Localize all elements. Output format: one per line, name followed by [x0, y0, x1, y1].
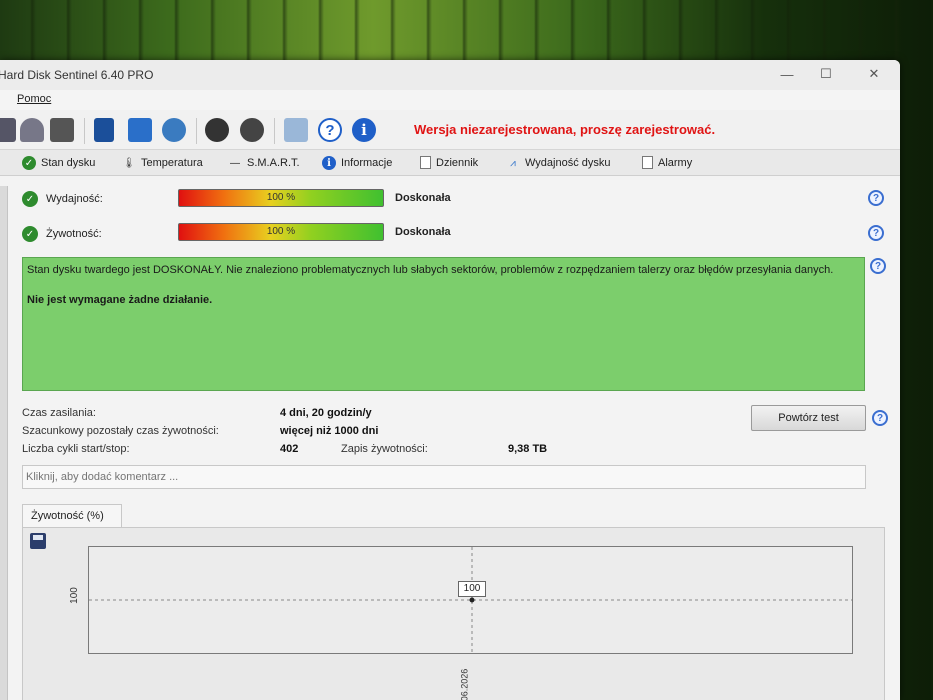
help-icon[interactable]: ? [868, 190, 884, 206]
tab-label: Stan dysku [41, 157, 96, 169]
side-panel-edge[interactable] [0, 186, 8, 700]
camera-icon[interactable] [284, 118, 308, 142]
app-window: Hard Disk Sentinel 6.40 PRO — ☐ ✕ Pomoc … [0, 60, 900, 700]
power-on-value: 4 dni, 20 godzin/y [280, 407, 372, 419]
y-tick-label: 100 [68, 587, 80, 604]
performance-label: Wydajność: [46, 193, 103, 205]
title-bar[interactable]: Hard Disk Sentinel 6.40 PRO — ☐ ✕ [0, 60, 900, 90]
info-circle-icon: i [322, 156, 336, 170]
tab-temperature[interactable]: 🌡 Temperatura [122, 156, 203, 170]
performance-bar: 100 % [178, 189, 384, 207]
disk-icon[interactable] [0, 118, 16, 142]
tab-information[interactable]: i Informacje [322, 156, 392, 170]
tab-label: Informacje [341, 157, 393, 169]
graph-icon: ⩘ [510, 157, 516, 169]
info-icon[interactable]: i [352, 118, 376, 142]
status-message: Stan dysku twardego jest DOSKONAŁY. Nie … [27, 264, 834, 276]
minimize-button[interactable]: — [775, 64, 799, 84]
save-icon[interactable] [30, 533, 46, 549]
tab-label: Dziennik [436, 156, 479, 169]
tab-label: Temperatura [141, 157, 203, 169]
tab-log[interactable]: Dziennik [420, 156, 478, 169]
book-icon[interactable] [94, 118, 114, 142]
performance-grade: Doskonała [395, 192, 451, 204]
document-icon [420, 156, 431, 169]
help-icon[interactable]: ? [872, 410, 888, 426]
health-label: Żywotność: [46, 228, 102, 240]
health-bar: 100 % [178, 223, 384, 241]
cycles-label: Liczba cykli start/stop: [22, 443, 130, 455]
lifetime-label: Szacunkowy pozostały czas żywotności: [22, 425, 219, 437]
lifetime-writes-value: 9,38 TB [508, 443, 548, 455]
tab-label: Wydajność dysku [525, 157, 611, 169]
report-icon[interactable] [20, 118, 44, 142]
tools-icon[interactable] [240, 118, 264, 142]
unregistered-notice[interactable]: Wersja niezarejestrowana, proszę zarejes… [414, 122, 715, 137]
tab-label: S.M.A.R.T. [247, 157, 300, 169]
toolbar-separator [274, 118, 275, 144]
toolbar-separator [84, 118, 85, 144]
check-circle-icon: ✓ [22, 156, 36, 170]
thermometer-icon: 🌡 [122, 157, 136, 169]
tab-smart[interactable]: — S.M.A.R.T. [228, 156, 300, 170]
tab-bar: ✓ Stan dysku 🌡 Temperatura — S.M.A.R.T. … [0, 150, 900, 176]
check-circle-icon: ✓ [22, 226, 38, 242]
retest-button[interactable]: Powtórz test [751, 405, 866, 431]
tab-disk-status[interactable]: ✓ Stan dysku [22, 156, 95, 170]
health-grade: Doskonała [395, 226, 451, 238]
toolbar: ? i Wersja niezarejestrowana, proszę zar… [0, 110, 900, 150]
chart-svg [89, 547, 852, 653]
chart-tab-health[interactable]: Żywotność (%) [22, 504, 122, 528]
performance-bar-text: 100 % [266, 192, 296, 203]
chart-plot-area [88, 546, 853, 654]
data-point [469, 597, 475, 603]
dash-icon: — [230, 157, 240, 169]
settings-icon[interactable] [205, 118, 229, 142]
alarm-document-icon [642, 156, 653, 169]
help-icon[interactable]: ? [870, 258, 886, 274]
performance-row: ✓ Wydajność: [22, 191, 166, 207]
email-icon[interactable] [128, 118, 152, 142]
x-tick-label: 06.2026 [459, 668, 470, 700]
network-icon[interactable] [162, 118, 186, 142]
close-button[interactable]: ✕ [862, 64, 886, 84]
check-circle-icon: ✓ [22, 191, 38, 207]
maximize-button[interactable]: ☐ [814, 64, 838, 84]
health-row: ✓ Żywotność: [22, 226, 166, 242]
window-title: Hard Disk Sentinel 6.40 PRO [0, 68, 154, 82]
status-message-box: Stan dysku twardego jest DOSKONAŁY. Nie … [22, 257, 865, 391]
status-action: Nie jest wymagane żadne działanie. [27, 294, 213, 306]
tab-alarms[interactable]: Alarmy [642, 156, 692, 169]
toolbar-separator [196, 118, 197, 144]
tab-disk-performance[interactable]: ⩘ Wydajność dysku [506, 156, 611, 170]
comment-input[interactable] [22, 465, 866, 489]
data-label: 100 [458, 581, 486, 597]
lifetime-writes-label: Zapis żywotności: [341, 443, 428, 455]
health-bar-text: 100 % [266, 226, 296, 237]
tab-label: Alarmy [658, 156, 693, 169]
print-icon[interactable] [50, 118, 74, 142]
power-on-label: Czas zasilania: [22, 407, 96, 419]
menu-item-help[interactable]: Pomoc [17, 93, 51, 105]
lifetime-value: więcej niż 1000 dni [280, 425, 379, 437]
help-icon[interactable]: ? [318, 118, 342, 142]
help-icon[interactable]: ? [868, 225, 884, 241]
cycles-value: 402 [280, 443, 299, 455]
menu-bar: Pomoc [0, 90, 900, 110]
